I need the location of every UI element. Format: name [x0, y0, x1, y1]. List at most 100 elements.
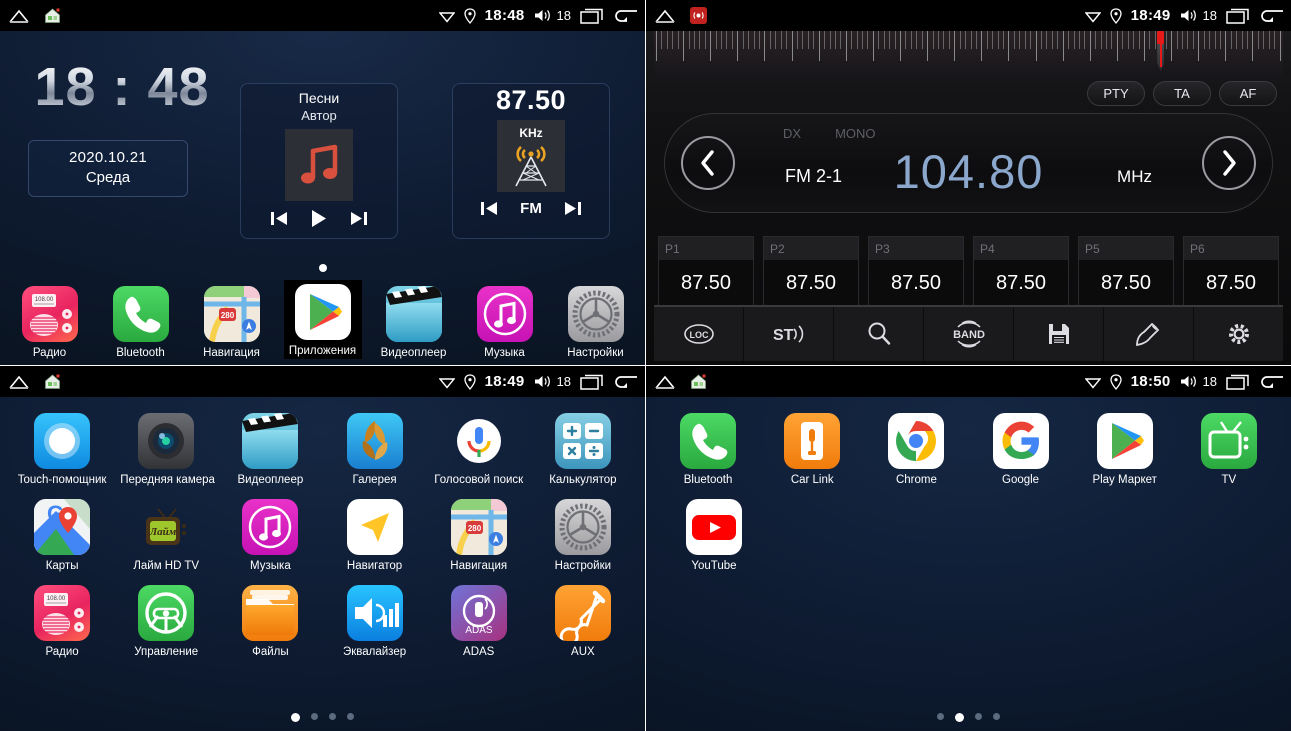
- app-settings[interactable]: Настройки: [537, 499, 629, 572]
- app-files[interactable]: Файлы: [224, 585, 316, 658]
- page-dot[interactable]: [347, 713, 354, 720]
- preset-button[interactable]: P5 87.50: [1078, 236, 1174, 308]
- dock-item-video[interactable]: Видеоплеер: [375, 286, 453, 359]
- house-app-icon[interactable]: [44, 373, 61, 390]
- back-arrow-icon[interactable]: [1259, 8, 1285, 24]
- app-youtube[interactable]: YouTube: [668, 499, 760, 572]
- preset-button[interactable]: P1 87.50: [658, 236, 754, 308]
- stereo-icon: ST: [769, 322, 809, 346]
- dock-item-bluetooth[interactable]: Bluetooth: [102, 286, 180, 359]
- app-lime-hd-tv[interactable]: Лайм Лайм HD TV: [120, 499, 212, 572]
- app-chrome[interactable]: Chrome: [870, 413, 962, 486]
- home-outline-icon[interactable]: [8, 8, 30, 24]
- edit-button[interactable]: [1104, 307, 1194, 361]
- app-steering-control[interactable]: Управление: [120, 585, 212, 658]
- app-bluetooth[interactable]: Bluetooth: [662, 413, 754, 486]
- preset-slot: P1: [659, 237, 753, 260]
- recents-icon[interactable]: [580, 374, 604, 390]
- settings-button[interactable]: [1194, 307, 1283, 361]
- preset-button[interactable]: P3 87.50: [868, 236, 964, 308]
- app-label: AUX: [571, 646, 595, 658]
- recents-icon[interactable]: [580, 8, 604, 24]
- app-gallery[interactable]: Галерея: [329, 413, 421, 486]
- previous-station-icon[interactable]: [480, 201, 498, 216]
- dx-label[interactable]: DX: [783, 126, 801, 141]
- page-dot[interactable]: [311, 713, 318, 720]
- pty-button[interactable]: PTY: [1087, 81, 1145, 106]
- rds-buttons: PTY TA AF: [1087, 81, 1277, 106]
- dock-item-apps[interactable]: Приложения: [283, 280, 362, 359]
- dock-item-settings[interactable]: Настройки: [557, 286, 635, 359]
- app-front-camera[interactable]: Передняя камера: [120, 413, 215, 486]
- page-dot[interactable]: [975, 713, 982, 720]
- maps-app-icon: 280: [450, 499, 507, 555]
- back-arrow-icon[interactable]: [613, 8, 639, 24]
- band-button[interactable]: BAND: [924, 307, 1014, 361]
- app-touch-assistant[interactable]: Touch-помощник: [16, 413, 108, 486]
- app-label: Управление: [134, 646, 199, 658]
- dock-item-radio[interactable]: 108.00 Радио: [11, 286, 89, 359]
- app-video-player[interactable]: Видеоплеер: [224, 413, 316, 486]
- app-play-market[interactable]: Play Маркет: [1079, 413, 1171, 486]
- preset-button[interactable]: P6 87.50: [1183, 236, 1279, 308]
- preset-button[interactable]: P4 87.50: [973, 236, 1069, 308]
- house-app-icon[interactable]: [44, 7, 61, 24]
- app-calculator[interactable]: Калькулятор: [537, 413, 629, 486]
- clock-widget[interactable]: 18 : 48 2020.10.21 Среда: [22, 59, 222, 197]
- back-arrow-icon[interactable]: [613, 374, 639, 390]
- app-aux[interactable]: AUX: [537, 585, 629, 658]
- app-row: 108.00 Радио Управление Файлы Эквалайзер…: [0, 585, 645, 658]
- dock-item-music[interactable]: Музыка: [466, 286, 544, 359]
- loc-button[interactable]: LOC: [654, 307, 744, 361]
- app-adas[interactable]: ADAS ADAS: [433, 585, 525, 658]
- previous-track-icon[interactable]: [270, 211, 288, 226]
- ta-button[interactable]: TA: [1153, 81, 1211, 106]
- app-google[interactable]: Google: [975, 413, 1067, 486]
- house-app-icon[interactable]: [690, 373, 707, 390]
- location-pin-icon: [464, 7, 476, 24]
- play-icon[interactable]: [310, 209, 328, 228]
- play-store-icon: [294, 284, 351, 340]
- radio-widget[interactable]: 87.50 KHz FM: [452, 83, 610, 239]
- app-voice-search[interactable]: Голосовой поиск: [433, 413, 525, 486]
- radio-widget-band[interactable]: FM: [520, 200, 542, 217]
- recents-icon[interactable]: [1226, 374, 1250, 390]
- page-dot[interactable]: [955, 713, 964, 722]
- drawer-content-page1: Touch-помощник Передняя камера Видеоплее…: [0, 397, 645, 731]
- dock-item-navigation[interactable]: 280 Навигация: [193, 286, 271, 359]
- next-track-icon[interactable]: [350, 211, 368, 226]
- preset-button[interactable]: P2 87.50: [763, 236, 859, 308]
- page-dot[interactable]: [937, 713, 944, 720]
- home-outline-icon[interactable]: [654, 8, 676, 24]
- page-dot[interactable]: [993, 713, 1000, 720]
- music-widget[interactable]: Песни Автор: [240, 83, 398, 239]
- date-widget[interactable]: 2020.10.21 Среда: [28, 139, 188, 197]
- app-navigation[interactable]: 280 Навигация: [433, 499, 525, 572]
- stereo-button[interactable]: ST: [744, 307, 834, 361]
- dock-label: Радио: [32, 347, 67, 359]
- app-navigator[interactable]: Навигатор: [329, 499, 421, 572]
- mono-label[interactable]: MONO: [835, 126, 875, 141]
- search-button[interactable]: [834, 307, 924, 361]
- save-button[interactable]: [1014, 307, 1104, 361]
- equalizer-icon: [346, 585, 403, 641]
- page-dot[interactable]: [291, 713, 300, 722]
- search-icon: [866, 321, 892, 347]
- back-arrow-icon[interactable]: [1259, 374, 1285, 390]
- app-tv[interactable]: TV: [1183, 413, 1275, 486]
- app-google-maps[interactable]: G Карты: [16, 499, 108, 572]
- page-dot[interactable]: [329, 713, 336, 720]
- app-music[interactable]: Музыка: [224, 499, 316, 572]
- app-equalizer[interactable]: Эквалайзер: [329, 585, 421, 658]
- home-content: 18 : 48 2020.10.21 Среда Песни Автор 87.…: [0, 31, 645, 365]
- next-station-icon[interactable]: [564, 201, 582, 216]
- app-radio[interactable]: 108.00 Радио: [16, 585, 108, 658]
- chevron-right-icon[interactable]: [1202, 136, 1256, 190]
- app-car-link[interactable]: Car Link: [766, 413, 858, 486]
- radio-red-icon[interactable]: [690, 7, 707, 24]
- home-outline-icon[interactable]: [654, 374, 676, 390]
- home-outline-icon[interactable]: [8, 374, 30, 390]
- radio-dial-scale[interactable]: [654, 31, 1283, 77]
- recents-icon[interactable]: [1226, 8, 1250, 24]
- af-button[interactable]: AF: [1219, 81, 1277, 106]
